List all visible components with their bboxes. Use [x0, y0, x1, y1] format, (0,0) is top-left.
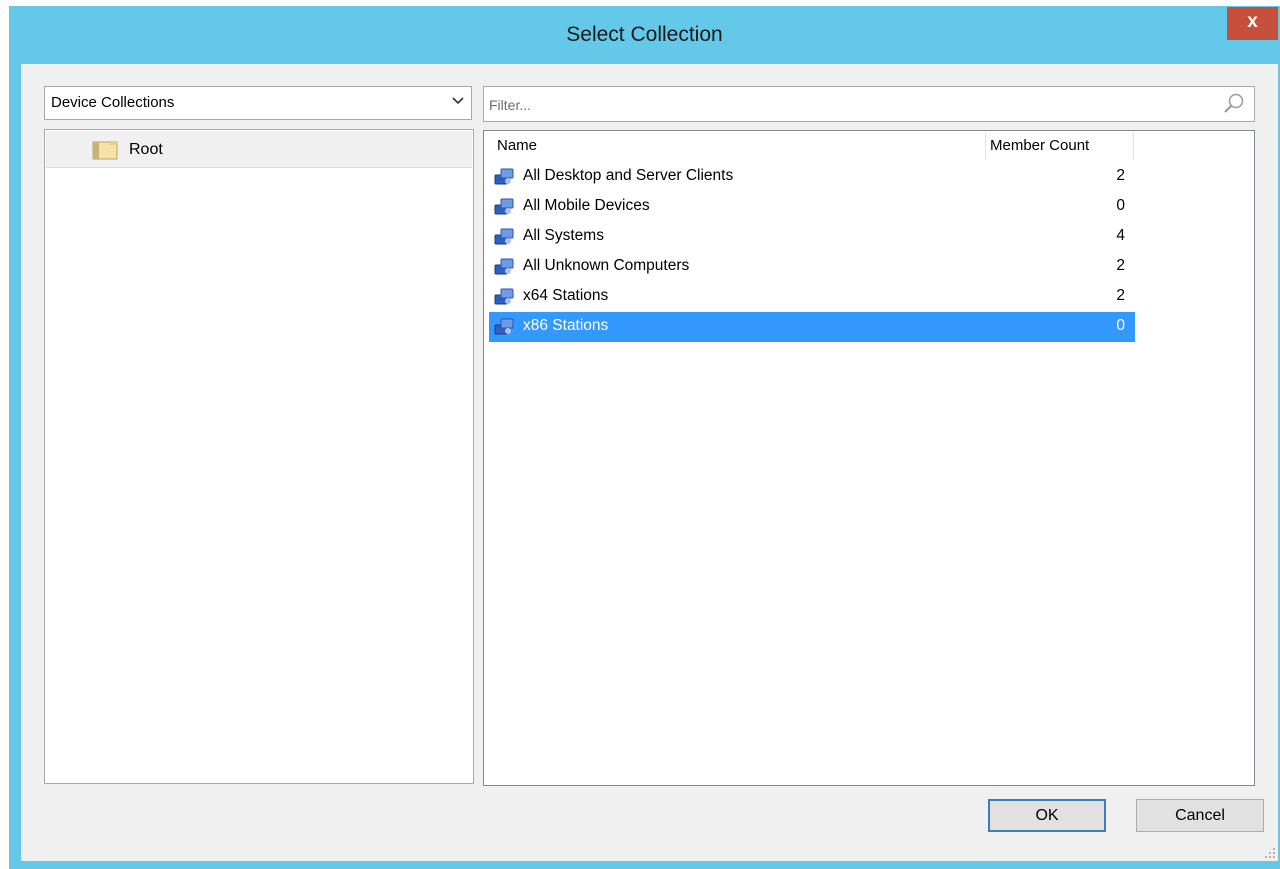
collection-name: All Unknown Computers [523, 257, 690, 274]
list-item[interactable]: x64 Stations 2 [489, 282, 1135, 312]
collection-type-dropdown[interactable]: Device Collections [44, 86, 472, 120]
filter-input[interactable] [489, 97, 1189, 113]
chevron-down-icon [452, 97, 464, 105]
collection-list: Name Member Count All Desktop and Server… [483, 130, 1255, 786]
device-collection-icon [494, 258, 514, 275]
member-count: 0 [1116, 317, 1125, 334]
folder-icon [92, 141, 118, 160]
member-count: 4 [1116, 227, 1125, 244]
member-count: 2 [1116, 167, 1125, 184]
ok-button[interactable]: OK [988, 799, 1106, 832]
list-item[interactable]: All Mobile Devices 0 [489, 192, 1135, 222]
device-collection-icon [494, 168, 514, 185]
member-count: 0 [1116, 197, 1125, 214]
list-item[interactable]: All Systems 4 [489, 222, 1135, 252]
column-header-name-label: Name [497, 137, 538, 154]
list-item-selected[interactable]: x86 Stations 0 [489, 312, 1135, 342]
collection-name: All Mobile Devices [523, 197, 650, 214]
device-collection-icon [494, 228, 514, 245]
cancel-button[interactable]: Cancel [1136, 799, 1264, 832]
resize-grip-icon[interactable] [1264, 847, 1276, 859]
select-collection-dialog: Select Collection x Device Collections R… [9, 6, 1280, 869]
tree-item-root[interactable]: Root [46, 131, 472, 168]
column-header-member-count-label: Member Count [990, 137, 1090, 154]
dialog-title: Select Collection [566, 23, 723, 46]
column-header-member-count[interactable]: Member Count [986, 132, 1134, 160]
collection-name: All Desktop and Server Clients [523, 167, 734, 184]
collection-name: x86 Stations [523, 317, 609, 334]
device-collection-icon [494, 318, 514, 335]
list-item[interactable]: All Desktop and Server Clients 2 [489, 162, 1135, 192]
device-collection-icon [494, 288, 514, 305]
tree-item-label: Root [129, 141, 163, 158]
collection-name: All Systems [523, 227, 604, 244]
filter-box[interactable] [483, 86, 1255, 122]
column-header-name[interactable]: Name [485, 132, 986, 160]
dialog-body: Device Collections Root Filter... Name M… [21, 64, 1278, 861]
close-button[interactable]: x [1227, 7, 1278, 40]
member-count: 2 [1116, 257, 1125, 274]
collection-name: x64 Stations [523, 287, 609, 304]
device-collection-icon [494, 198, 514, 215]
member-count: 2 [1116, 287, 1125, 304]
collection-type-value: Device Collections [51, 94, 175, 111]
title-bar: Select Collection x [9, 6, 1280, 64]
list-item[interactable]: All Unknown Computers 2 [489, 252, 1135, 282]
search-icon[interactable] [1222, 92, 1246, 116]
folder-tree: Root [44, 129, 474, 784]
